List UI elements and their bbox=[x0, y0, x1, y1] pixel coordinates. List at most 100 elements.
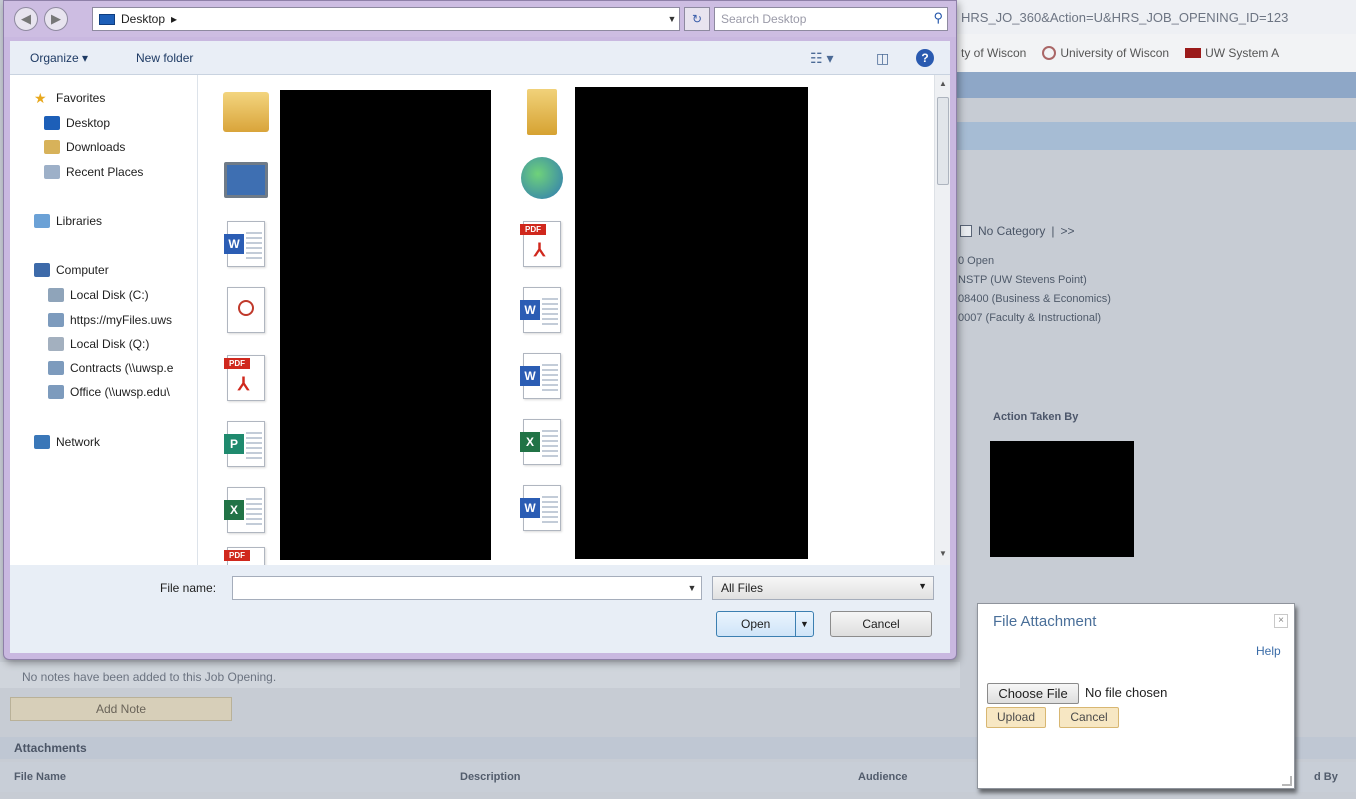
category-row: No Category | >> bbox=[960, 220, 1356, 242]
preview-pane-icon[interactable]: ◫ bbox=[876, 50, 889, 67]
nav-local-disk-c[interactable]: Local Disk (C:) bbox=[48, 288, 149, 302]
folder-item[interactable] bbox=[222, 87, 270, 137]
organize-button[interactable]: Organize ▾ bbox=[30, 51, 88, 65]
file-item[interactable]: W bbox=[222, 219, 270, 269]
star-icon: ★ bbox=[34, 90, 47, 106]
browser-url-bar[interactable]: HRS_JO_360&Action=U&HRS_JOB_OPENING_ID=1… bbox=[955, 0, 1356, 34]
file-item[interactable] bbox=[222, 285, 270, 335]
network-drive-icon bbox=[48, 385, 64, 399]
file-item[interactable]: P bbox=[222, 419, 270, 469]
search-input[interactable]: Search Desktop ⚲ bbox=[714, 7, 948, 31]
file-item[interactable] bbox=[518, 153, 566, 203]
resize-handle-icon[interactable] bbox=[1282, 776, 1292, 786]
file-name-input[interactable] bbox=[232, 576, 702, 600]
scroll-thumb[interactable] bbox=[937, 97, 949, 185]
breadcrumb-arrow-icon: ▸ bbox=[171, 12, 178, 26]
refresh-button[interactable]: ↻ bbox=[684, 7, 710, 31]
file-item[interactable]: W bbox=[518, 351, 566, 401]
uw-seal-icon bbox=[1042, 46, 1057, 60]
excel-file-icon: X bbox=[520, 419, 561, 465]
redacted-block bbox=[990, 441, 1134, 557]
file-item[interactable] bbox=[222, 155, 270, 205]
search-icon: ⚲ bbox=[933, 10, 943, 25]
notes-text: No notes have been added to this Job Ope… bbox=[22, 670, 277, 684]
no-file-text: No file chosen bbox=[1085, 685, 1168, 700]
view-options-icon[interactable]: ☷ ▾ bbox=[810, 50, 833, 67]
favorite-link-3[interactable]: UW System A bbox=[1185, 46, 1279, 60]
open-button[interactable]: Open ▼ bbox=[716, 611, 814, 637]
help-icon[interactable]: ? bbox=[916, 49, 934, 67]
scroll-down-icon[interactable]: ▼ bbox=[935, 547, 951, 561]
computer-icon bbox=[34, 263, 50, 277]
nav-network[interactable]: Network bbox=[34, 435, 100, 449]
desktop-icon bbox=[99, 13, 115, 25]
disk-icon bbox=[48, 288, 64, 302]
nav-contracts[interactable]: Contracts (\\uwsp.e bbox=[48, 361, 173, 375]
col-added-by: d By bbox=[1314, 771, 1338, 783]
address-path: Desktop bbox=[121, 12, 166, 26]
attachments-heading: Attachments bbox=[14, 741, 87, 755]
popup-cancel-button[interactable]: Cancel bbox=[1059, 707, 1119, 728]
nav-libraries[interactable]: Libraries bbox=[34, 214, 102, 228]
info-line: NSTP (UW Stevens Point) bbox=[958, 274, 1087, 286]
dialog-toolbar: Organize ▾ New folder ☷ ▾ ◫ ? bbox=[10, 41, 950, 75]
nav-recent-places[interactable]: Recent Places bbox=[44, 165, 143, 179]
file-item[interactable]: W bbox=[518, 285, 566, 335]
new-folder-button[interactable]: New folder bbox=[136, 51, 193, 65]
category-label: No Category bbox=[978, 224, 1046, 238]
file-name-dropdown-icon[interactable]: ▼ bbox=[682, 576, 702, 600]
word-doc-icon: W bbox=[520, 287, 561, 333]
category-checkbox[interactable] bbox=[960, 225, 972, 237]
popup-title: File Attachment bbox=[993, 613, 1097, 630]
close-icon[interactable]: × bbox=[1274, 614, 1288, 628]
favorites-bar: ty of Wiscon University of Wiscon UW Sys… bbox=[955, 34, 1356, 72]
shortcut-doc-icon bbox=[227, 287, 265, 333]
upload-button[interactable]: Upload bbox=[986, 707, 1046, 728]
action-taken-by-header: Action Taken By bbox=[993, 411, 1079, 423]
folder-item[interactable] bbox=[518, 87, 566, 137]
uw-logo-icon bbox=[1185, 48, 1202, 58]
favorite-link-1[interactable]: ty of Wiscon bbox=[961, 46, 1026, 60]
file-type-select[interactable]: All Files ▼ bbox=[712, 576, 934, 600]
file-item[interactable]: PDF bbox=[222, 545, 270, 565]
address-bar[interactable]: Desktop ▸ bbox=[92, 7, 680, 31]
forward-button[interactable]: ▶ bbox=[44, 7, 68, 31]
favorite-link-2[interactable]: University of Wiscon bbox=[1042, 46, 1169, 60]
file-item[interactable]: PDF ⅄ bbox=[222, 353, 270, 403]
add-note-button[interactable]: Add Note bbox=[10, 697, 232, 721]
address-dropdown-icon[interactable]: ▼ bbox=[662, 7, 682, 31]
excel-file-icon: X bbox=[224, 487, 265, 533]
nav-desktop[interactable]: Desktop bbox=[44, 116, 110, 130]
open-split-dropdown-icon[interactable]: ▼ bbox=[795, 612, 813, 636]
back-button[interactable]: ◀ bbox=[14, 7, 38, 31]
file-item[interactable]: X bbox=[518, 417, 566, 467]
redacted-filenames bbox=[575, 87, 808, 559]
search-placeholder: Search Desktop bbox=[721, 12, 807, 26]
file-item[interactable]: PDF ⅄ bbox=[518, 219, 566, 269]
file-item[interactable]: X bbox=[222, 485, 270, 535]
file-list: W PDF ⅄ P X PDF PDF ⅄ W W X W bbox=[200, 75, 934, 565]
cancel-button[interactable]: Cancel bbox=[830, 611, 932, 637]
nav-computer[interactable]: Computer bbox=[34, 263, 109, 277]
open-label: Open bbox=[741, 617, 771, 631]
redacted-filenames bbox=[280, 90, 491, 560]
help-link[interactable]: Help bbox=[1256, 644, 1281, 658]
file-item[interactable]: W bbox=[518, 483, 566, 533]
category-more-link[interactable]: >> bbox=[1061, 224, 1075, 238]
info-line: 0 Open bbox=[958, 255, 995, 267]
nav-downloads[interactable]: Downloads bbox=[44, 140, 125, 154]
nav-local-disk-q[interactable]: Local Disk (Q:) bbox=[48, 337, 149, 351]
desktop-icon bbox=[44, 116, 60, 130]
computer-shortcut-icon bbox=[224, 162, 268, 198]
file-type-value: All Files bbox=[721, 581, 764, 595]
job-info: 0 Open NSTP (UW Stevens Point) 08400 (Bu… bbox=[958, 252, 1111, 328]
file-list-scrollbar[interactable]: ▲ ▼ bbox=[934, 75, 950, 565]
nav-office[interactable]: Office (\\uwsp.edu\ bbox=[48, 385, 170, 399]
scroll-up-icon[interactable]: ▲ bbox=[935, 77, 951, 91]
choose-file-button[interactable]: Choose File bbox=[987, 683, 1079, 704]
file-attachment-popup: File Attachment × Help Choose File No fi… bbox=[977, 603, 1295, 789]
col-file-name: File Name bbox=[14, 771, 66, 783]
dialog-footer: File name: ▼ All Files ▼ Open ▼ Cancel bbox=[10, 565, 950, 653]
nav-favorites[interactable]: ★ Favorites bbox=[34, 91, 105, 105]
nav-myfiles[interactable]: https://myFiles.uws bbox=[48, 313, 172, 327]
